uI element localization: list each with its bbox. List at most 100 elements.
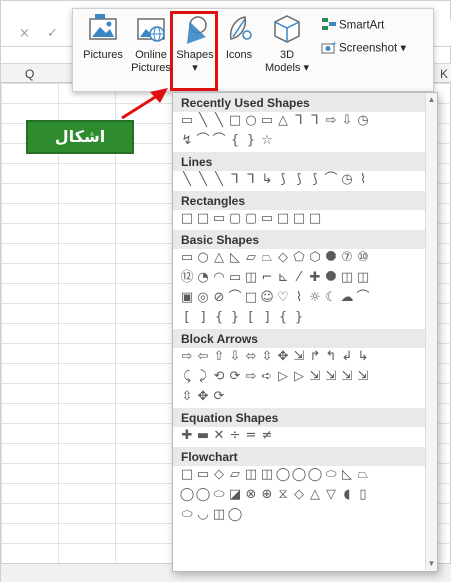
shape-item-icon[interactable]: ↲: [339, 348, 355, 366]
shape-item-icon[interactable]: ⬭: [211, 486, 227, 504]
shape-item-icon[interactable]: ╲: [179, 171, 195, 189]
shape-item-icon[interactable]: ◺: [227, 249, 243, 267]
shape-item-icon[interactable]: ▯: [355, 486, 371, 504]
shape-item-icon[interactable]: ⌐: [259, 269, 275, 287]
shape-item-icon[interactable]: {: [211, 309, 227, 327]
shape-item-icon[interactable]: {: [227, 132, 243, 150]
shape-item-icon[interactable]: ⬡: [307, 249, 323, 267]
shape-item-icon[interactable]: ✚: [179, 427, 195, 445]
shape-item-icon[interactable]: ↳: [355, 348, 371, 366]
shape-item-icon[interactable]: ◷: [339, 171, 355, 189]
shape-item-icon[interactable]: ↰: [323, 348, 339, 366]
shape-item-icon[interactable]: □: [179, 210, 195, 228]
shape-item-icon[interactable]: ☁: [339, 289, 355, 307]
shape-item-icon[interactable]: △: [211, 249, 227, 267]
shape-item-icon[interactable]: □: [243, 289, 259, 307]
shape-item-icon[interactable]: ⇳: [179, 388, 195, 406]
shape-item-icon[interactable]: □: [195, 210, 211, 228]
shape-item-icon[interactable]: ◺: [339, 466, 355, 484]
shape-item-icon[interactable]: ☆: [259, 132, 275, 150]
shape-item-icon[interactable]: ◯: [291, 466, 307, 484]
shape-item-icon[interactable]: ⁄: [291, 269, 307, 287]
shape-item-icon[interactable]: ◫: [339, 269, 355, 287]
shape-item-icon[interactable]: ⯃: [323, 269, 339, 287]
shape-item-icon[interactable]: ◇: [275, 249, 291, 267]
shape-item-icon[interactable]: ↳: [259, 171, 275, 189]
shape-item-icon[interactable]: ◇: [211, 466, 227, 484]
shape-item-icon[interactable]: ⧖: [275, 486, 291, 504]
shape-item-icon[interactable]: ▣: [179, 289, 195, 307]
shape-item-icon[interactable]: ◫: [355, 269, 371, 287]
shape-item-icon[interactable]: ◇: [291, 486, 307, 504]
shape-item-icon[interactable]: ▷: [275, 368, 291, 386]
scroll-down-icon[interactable]: ▼: [426, 559, 437, 571]
shape-item-icon[interactable]: ◯: [195, 486, 211, 504]
shape-item-icon[interactable]: ⟲: [211, 368, 227, 386]
shape-item-icon[interactable]: ⇲: [339, 368, 355, 386]
shape-item-icon[interactable]: ⊗: [243, 486, 259, 504]
shape-item-icon[interactable]: ▽: [323, 486, 339, 504]
shape-item-icon[interactable]: □: [179, 466, 195, 484]
shape-item-icon[interactable]: }: [227, 309, 243, 327]
scroll-up-icon[interactable]: ▲: [426, 95, 437, 107]
shape-item-icon[interactable]: ➪: [259, 368, 275, 386]
shape-item-icon[interactable]: ✕: [211, 427, 227, 445]
shape-item-icon[interactable]: △: [275, 112, 291, 130]
shape-item-icon[interactable]: ⇨: [323, 112, 339, 130]
shape-item-icon[interactable]: ⅂: [227, 171, 243, 189]
shape-item-icon[interactable]: ⇩: [339, 112, 355, 130]
shape-item-icon[interactable]: ]: [259, 309, 275, 327]
shape-item-icon[interactable]: ⟆: [307, 171, 323, 189]
shape-item-icon[interactable]: ⌒: [227, 289, 243, 307]
shape-item-icon[interactable]: ▭: [195, 466, 211, 484]
shape-item-icon[interactable]: {: [275, 309, 291, 327]
shape-item-icon[interactable]: ⑩: [355, 249, 371, 267]
shape-item-icon[interactable]: ⟳: [211, 388, 227, 406]
shape-item-icon[interactable]: ◪: [227, 486, 243, 504]
shape-item-icon[interactable]: ▭: [227, 269, 243, 287]
shape-item-icon[interactable]: □: [227, 112, 243, 130]
shape-item-icon[interactable]: ◷: [355, 112, 371, 130]
shape-item-icon[interactable]: ↯: [179, 132, 195, 150]
shape-item-icon[interactable]: ▱: [243, 249, 259, 267]
shape-item-icon[interactable]: ▭: [179, 249, 195, 267]
shape-item-icon[interactable]: ⇲: [291, 348, 307, 366]
shape-item-icon[interactable]: △: [307, 486, 323, 504]
shape-item-icon[interactable]: ▢: [243, 210, 259, 228]
shape-item-icon[interactable]: ╲: [211, 112, 227, 130]
shape-item-icon[interactable]: ◫: [243, 269, 259, 287]
shape-item-icon[interactable]: }: [291, 309, 307, 327]
shape-item-icon[interactable]: ⅂: [243, 171, 259, 189]
shape-item-icon[interactable]: ⅂: [291, 112, 307, 130]
shape-item-icon[interactable]: ⯃: [323, 249, 339, 267]
shape-item-icon[interactable]: ⊾: [275, 269, 291, 287]
shape-item-icon[interactable]: ✥: [195, 388, 211, 406]
shape-item-icon[interactable]: ⇲: [355, 368, 371, 386]
shape-item-icon[interactable]: ⇩: [227, 348, 243, 366]
shape-item-icon[interactable]: ◯: [275, 466, 291, 484]
shape-item-icon[interactable]: ↱: [307, 348, 323, 366]
shape-item-icon[interactable]: ⅂: [307, 112, 323, 130]
shape-item-icon[interactable]: ÷: [227, 427, 243, 445]
shape-item-icon[interactable]: ⬭: [323, 466, 339, 484]
shape-item-icon[interactable]: ○: [195, 249, 211, 267]
shape-item-icon[interactable]: ╲: [195, 112, 211, 130]
gallery-scrollbar[interactable]: ▲ ▼: [425, 93, 437, 571]
shape-item-icon[interactable]: [: [243, 309, 259, 327]
shape-item-icon[interactable]: ⬄: [243, 348, 259, 366]
shape-item-icon[interactable]: ⟆: [275, 171, 291, 189]
shape-item-icon[interactable]: ◔: [195, 269, 211, 287]
shape-item-icon[interactable]: ⟆: [291, 171, 307, 189]
shape-item-icon[interactable]: ◯: [307, 466, 323, 484]
shape-item-icon[interactable]: }: [243, 132, 259, 150]
shape-item-icon[interactable]: ◫: [259, 466, 275, 484]
shape-item-icon[interactable]: ⊕: [259, 486, 275, 504]
shape-item-icon[interactable]: ◫: [211, 506, 227, 524]
shape-item-icon[interactable]: ▭: [259, 210, 275, 228]
shape-item-icon[interactable]: ◎: [195, 289, 211, 307]
shape-item-icon[interactable]: ▭: [179, 112, 195, 130]
shape-item-icon[interactable]: ⤸: [195, 368, 211, 386]
shape-item-icon[interactable]: ≠: [259, 427, 275, 445]
shape-item-icon[interactable]: ⇦: [195, 348, 211, 366]
shape-item-icon[interactable]: □: [275, 210, 291, 228]
